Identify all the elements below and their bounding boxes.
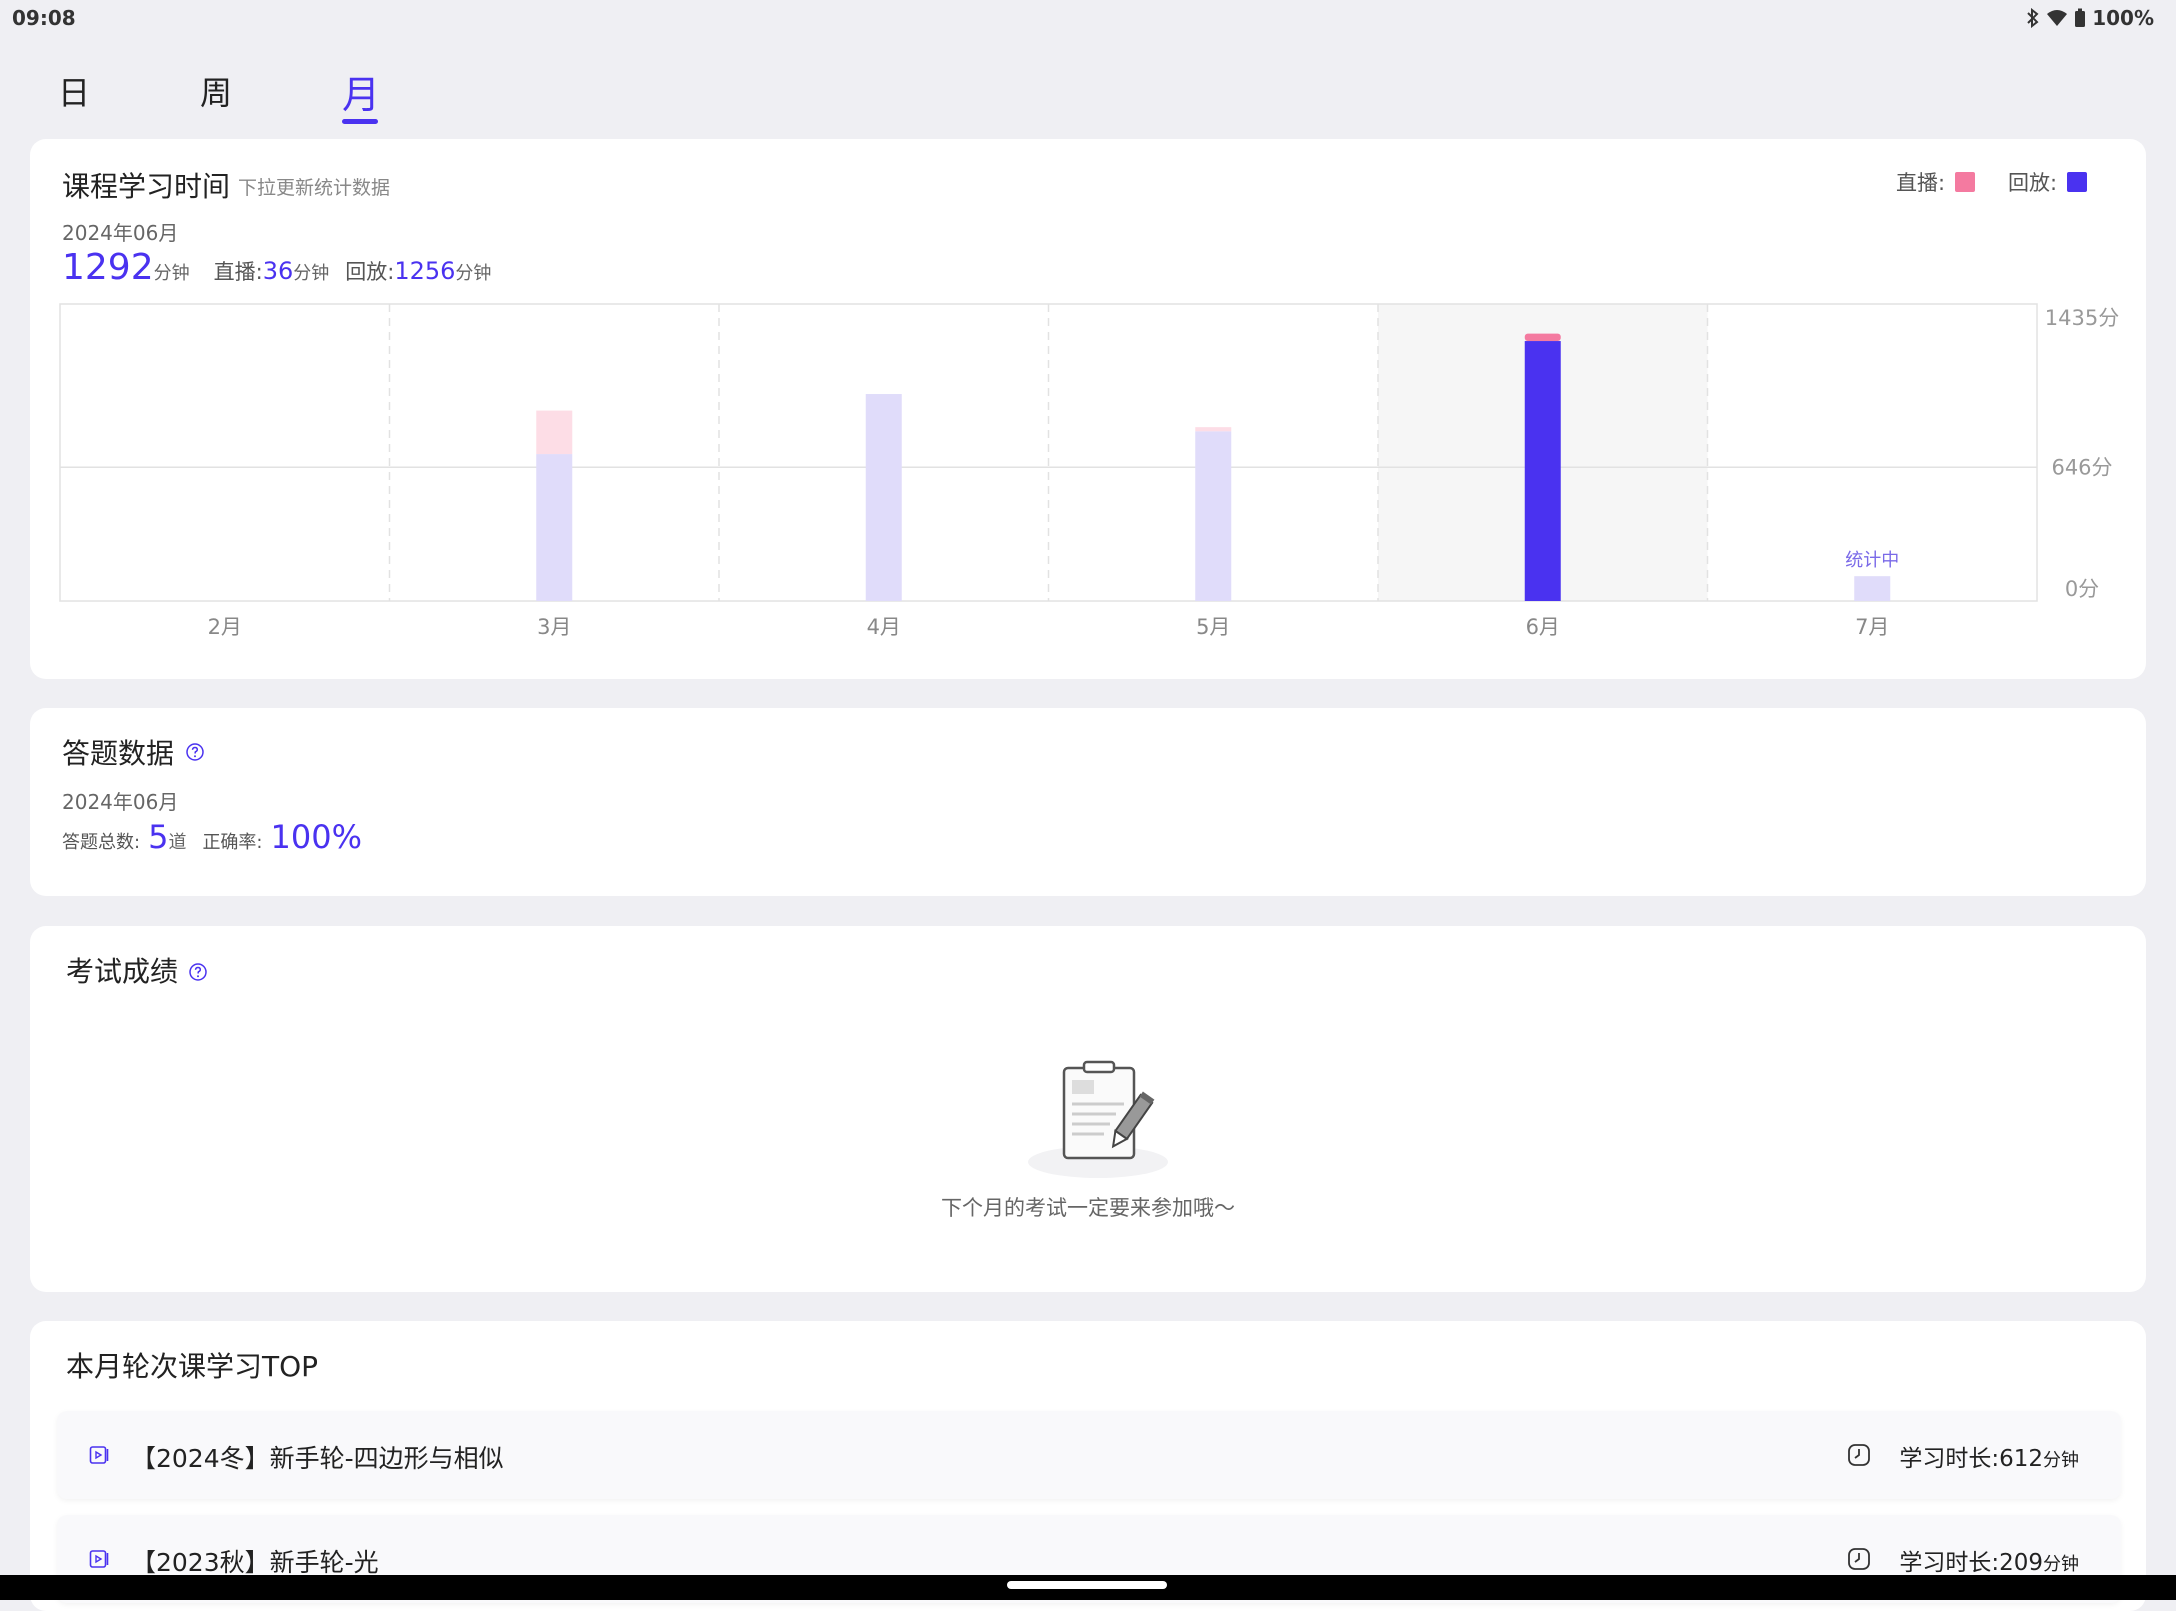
duration-unit: 分钟 bbox=[2043, 1450, 2079, 1471]
answer-summary: 答题总数: 5 道 正确率: 100% bbox=[62, 818, 362, 856]
answer-total-value: 5 bbox=[148, 818, 169, 856]
bar-replay-3月 bbox=[536, 454, 573, 601]
answer-data-title: 答题数据 bbox=[62, 737, 175, 770]
top-course-row[interactable]: 【2024冬】新手轮-四边形与相似 学习时长: 612 分钟 bbox=[57, 1411, 2121, 1499]
answer-date: 2024年06月 bbox=[62, 790, 179, 814]
top-courses-title: 本月轮次课学习TOP bbox=[66, 1350, 319, 1383]
study-time-chart[interactable]: 2月 3月 4月 5月 6月 7月 统计中 1435分 646分 0分 bbox=[30, 139, 2146, 679]
accuracy-value: 100% bbox=[270, 818, 362, 856]
status-time: 09:08 bbox=[12, 6, 76, 30]
x-tick-label: 4月 bbox=[867, 615, 901, 639]
duration-value: 612 bbox=[1999, 1446, 2043, 1472]
bar-replay-7月 bbox=[1854, 576, 1891, 601]
duration-label: 学习时长: bbox=[1899, 1550, 2000, 1576]
x-tick-label: 2月 bbox=[208, 615, 242, 639]
clock-icon bbox=[1848, 1444, 1870, 1466]
tab-week[interactable]: 周 bbox=[200, 68, 232, 114]
duration-unit: 分钟 bbox=[2043, 1554, 2079, 1575]
bar-replay-6月 bbox=[1524, 341, 1561, 601]
bar-live-3月 bbox=[536, 410, 573, 455]
tab-active-indicator bbox=[342, 119, 378, 124]
pending-label: 统计中 bbox=[1845, 550, 1899, 571]
bar-live-6月 bbox=[1524, 333, 1561, 342]
x-tick-label: 7月 bbox=[1855, 615, 1889, 639]
period-tabs: 日 周 月 bbox=[0, 60, 2176, 130]
top-course-name: 【2023秋】新手轮-光 bbox=[131, 1548, 379, 1577]
battery-percent: 100% bbox=[2092, 6, 2154, 30]
status-icons: 100% bbox=[2026, 6, 2154, 30]
bluetooth-icon bbox=[2027, 8, 2039, 28]
exam-help-icon[interactable] bbox=[188, 962, 208, 982]
wifi-icon bbox=[2047, 10, 2068, 26]
top-courses-card: 本月轮次课学习TOP 【2024冬】新手轮-四边形与相似 学习时长: 612 分… bbox=[30, 1321, 2146, 1611]
exam-title: 考试成绩 bbox=[66, 955, 179, 988]
duration-label: 学习时长: bbox=[1899, 1446, 2000, 1472]
exam-empty-text: 下个月的考试一定要来参加哦～ bbox=[941, 1196, 1235, 1220]
y-tick-label: 646分 bbox=[2051, 455, 2112, 479]
x-tick-label: 6月 bbox=[1526, 615, 1560, 639]
top-course-duration: 学习时长: 209 分钟 bbox=[1899, 1543, 2079, 1577]
accuracy-label: 正确率: bbox=[202, 832, 263, 853]
duration-value: 209 bbox=[1999, 1550, 2043, 1576]
y-tick-label: 0分 bbox=[2065, 577, 2099, 601]
x-tick-label: 5月 bbox=[1196, 615, 1230, 639]
top-course-duration: 学习时长: 612 分钟 bbox=[1899, 1439, 2079, 1473]
answer-total-label: 答题总数: bbox=[62, 832, 141, 853]
system-nav-bar bbox=[0, 1575, 2176, 1600]
answer-total-unit: 道 bbox=[168, 832, 187, 853]
exam-card: 考试成绩 下个月的考试一定要来参加哦～ bbox=[30, 926, 2146, 1292]
empty-clipboard-icon bbox=[1028, 1060, 1168, 1178]
status-bar: 09:08 100% bbox=[0, 0, 2176, 36]
battery-icon bbox=[2075, 8, 2086, 27]
tab-month[interactable]: 月 bbox=[342, 64, 380, 119]
tab-day[interactable]: 日 bbox=[58, 68, 90, 114]
x-tick-label: 3月 bbox=[537, 615, 571, 639]
answer-data-card: 答题数据 2024年06月 答题总数: 5 道 正确率: 100% bbox=[30, 708, 2146, 896]
y-tick-label: 1435分 bbox=[2045, 306, 2119, 330]
video-icon bbox=[89, 1550, 109, 1568]
video-icon bbox=[89, 1446, 109, 1464]
answer-help-icon[interactable] bbox=[185, 742, 205, 762]
bar-replay-5月 bbox=[1195, 431, 1232, 601]
top-course-name: 【2024冬】新手轮-四边形与相似 bbox=[131, 1444, 504, 1473]
bar-live-5月 bbox=[1195, 427, 1232, 432]
home-gesture-pill[interactable] bbox=[1007, 1581, 1167, 1589]
clock-icon bbox=[1848, 1548, 1870, 1570]
study-time-card: 课程学习时间 下拉更新统计数据 直播: 回放: 2024年06月 1292 分钟… bbox=[30, 139, 2146, 679]
bar-replay-4月 bbox=[865, 394, 902, 601]
